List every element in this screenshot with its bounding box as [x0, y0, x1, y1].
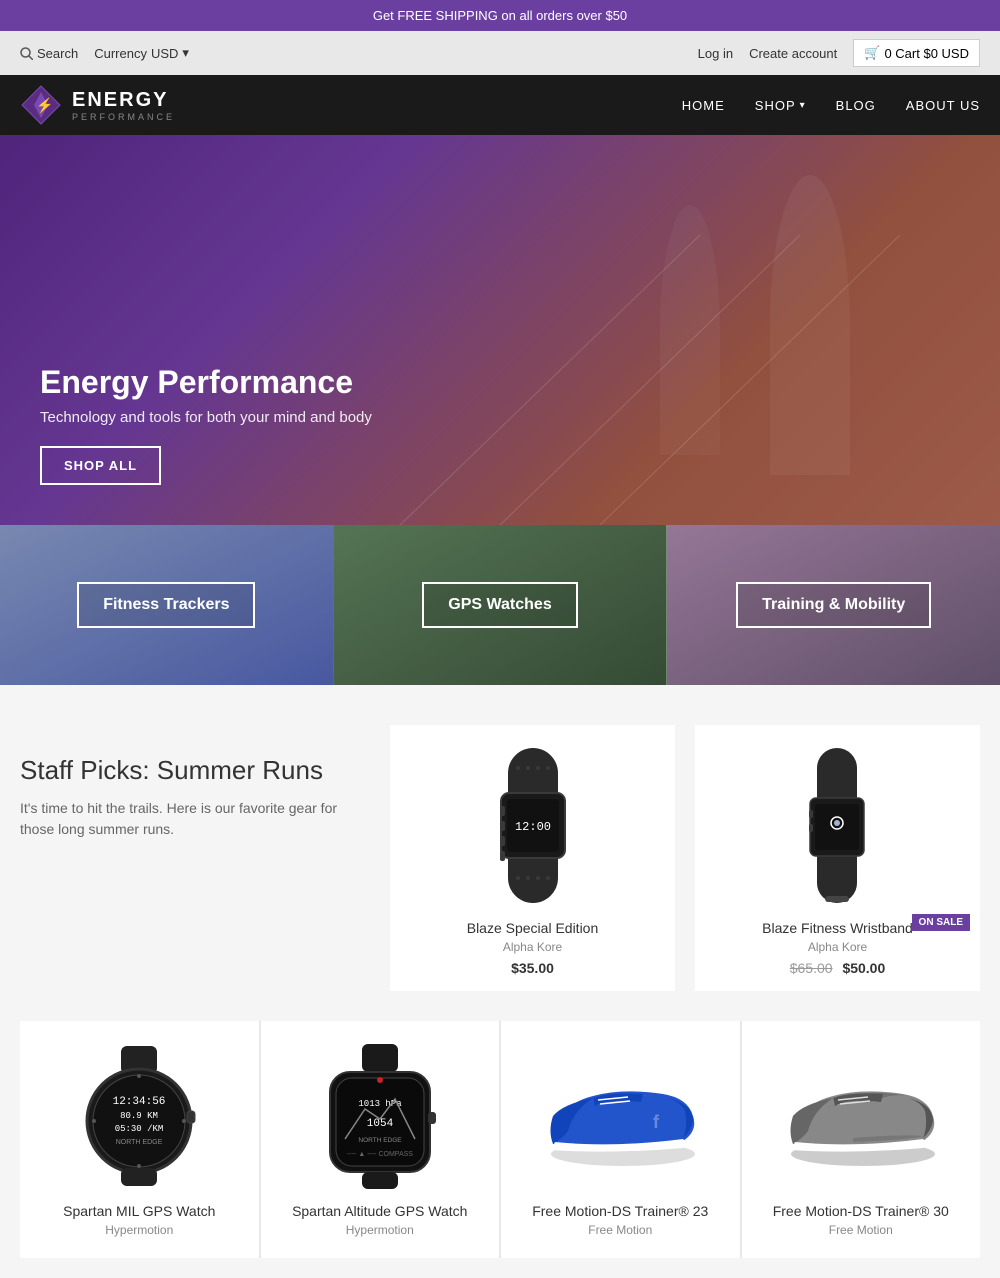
svg-text:f: f — [653, 1112, 660, 1132]
product-spartan-mil[interactable]: 12:34:56 80.9 KM 05:30 /KM NORTH EDGE Sp… — [20, 1021, 259, 1258]
fitness-trackers-label: Fitness Trackers — [0, 525, 333, 685]
logo[interactable]: ⚡ ENERGY PERFORMANCE — [20, 84, 175, 126]
category-gps-watches[interactable]: GPS Watches — [333, 525, 668, 685]
nav-shop[interactable]: SHOP ▾ — [755, 98, 806, 113]
create-account-link[interactable]: Create account — [749, 46, 837, 61]
products-grid: 12:34:56 80.9 KM 05:30 /KM NORTH EDGE Sp… — [20, 1021, 980, 1258]
logo-sub: PERFORMANCE — [72, 112, 175, 122]
product-brand-1: Alpha Kore — [405, 940, 660, 954]
product-name-1: Blaze Special Edition — [405, 920, 660, 936]
svg-text:1054: 1054 — [367, 1118, 394, 1130]
currency-selector[interactable]: Currency USD ▾ — [94, 45, 189, 61]
product-shoe-23[interactable]: f Free Motion-DS Trainer® 23 Free Motion — [501, 1021, 740, 1258]
product-grid-image-1: 12:34:56 80.9 KM 05:30 /KM NORTH EDGE — [35, 1041, 244, 1191]
nav-blog[interactable]: BLOG — [836, 98, 876, 113]
product-grid-name-4: Free Motion-DS Trainer® 30 — [757, 1203, 966, 1219]
svg-text:80.9 KM: 80.9 KM — [120, 1111, 158, 1121]
cart-icon: 🛒 — [864, 45, 880, 61]
hero-content: Energy Performance Technology and tools … — [40, 364, 372, 485]
chevron-down-icon: ▾ — [800, 100, 806, 111]
fitness-band-svg-1: 12:00 — [473, 748, 593, 903]
nav-home[interactable]: HOME — [682, 98, 725, 113]
svg-text:12:00: 12:00 — [514, 820, 550, 834]
top-banner: Get FREE SHIPPING on all orders over $50 — [0, 0, 1000, 31]
svg-text:NORTH EDGE: NORTH EDGE — [358, 1137, 402, 1144]
product-grid-name-1: Spartan MIL GPS Watch — [35, 1203, 244, 1219]
nav-about[interactable]: ABOUT US — [906, 98, 980, 113]
hero-title: Energy Performance — [40, 364, 372, 401]
product-grid-brand-4: Free Motion — [757, 1223, 966, 1237]
logo-icon: ⚡ — [20, 84, 62, 126]
svg-text:12:34:56: 12:34:56 — [113, 1096, 166, 1108]
nav-links: HOME SHOP ▾ BLOG ABOUT US — [682, 98, 980, 113]
fitness-band-svg-2 — [785, 748, 890, 903]
cart-button[interactable]: 🛒 0 Cart $0 USD — [853, 39, 980, 67]
shoe-svg-2 — [773, 1066, 948, 1166]
product-grid-image-3: f — [516, 1041, 725, 1191]
product-grid-brand-3: Free Motion — [516, 1223, 725, 1237]
product-grid-name-3: Free Motion-DS Trainer® 23 — [516, 1203, 725, 1219]
gps-watch-svg-2: 1013 hPa ---- ▲ ---- COMPASS 1054 NORTH … — [310, 1044, 450, 1189]
staff-picks-text: Staff Picks: Summer Runs It's time to hi… — [20, 725, 370, 840]
product-grid-name-2: Spartan Altitude GPS Watch — [276, 1203, 485, 1219]
category-panels: Fitness Trackers GPS Watches Training & … — [0, 525, 1000, 685]
hero-section: Energy Performance Technology and tools … — [0, 135, 1000, 525]
category-training-mobility[interactable]: Training & Mobility — [667, 525, 1000, 685]
product-grid-image-2: 1013 hPa ---- ▲ ---- COMPASS 1054 NORTH … — [276, 1041, 485, 1191]
product-brand-2: Alpha Kore — [710, 940, 965, 954]
product-grid-image-4 — [757, 1041, 966, 1191]
product-image-1: 12:00 — [405, 745, 660, 905]
utility-bar: Search Currency USD ▾ Log in Create acco… — [0, 31, 1000, 75]
main-navigation: ⚡ ENERGY PERFORMANCE HOME SHOP ▾ BLOG AB… — [0, 75, 1000, 135]
search-label: Search — [37, 46, 78, 61]
currency-value: USD — [151, 46, 178, 61]
svg-text:NORTH EDGE: NORTH EDGE — [116, 1139, 163, 1146]
hero-subtitle: Technology and tools for both your mind … — [40, 409, 372, 426]
staff-picks-section: Staff Picks: Summer Runs It's time to hi… — [0, 685, 1000, 1278]
product-image-2 — [710, 745, 965, 905]
cart-label: 0 Cart $0 USD — [884, 46, 969, 61]
product-grid-brand-1: Hypermotion — [35, 1223, 244, 1237]
product-spartan-altitude[interactable]: 1013 hPa ---- ▲ ---- COMPASS 1054 NORTH … — [261, 1021, 500, 1258]
staff-picks-description: It's time to hit the trails. Here is our… — [20, 798, 370, 840]
product-blaze-fitness[interactable]: ON SALE — [695, 725, 980, 991]
shoe-svg-1: f — [533, 1066, 708, 1166]
search-button[interactable]: Search — [20, 46, 78, 61]
shop-all-button[interactable]: SHOP ALL — [40, 446, 161, 485]
svg-text:05:30 /KM: 05:30 /KM — [115, 1124, 164, 1134]
currency-label: Currency — [94, 46, 147, 61]
product-price-1: $35.00 — [405, 960, 660, 976]
product-price-2: $65.00 $50.00 — [710, 960, 965, 976]
banner-text: Get FREE SHIPPING on all orders over $50 — [373, 8, 627, 23]
product-blaze-special[interactable]: 12:00 — [390, 725, 675, 991]
category-fitness-trackers[interactable]: Fitness Trackers — [0, 525, 333, 685]
login-link[interactable]: Log in — [698, 46, 733, 61]
svg-text:---- ▲ ---- COMPASS: ---- ▲ ---- COMPASS — [347, 1151, 413, 1158]
product-shoe-30[interactable]: Free Motion-DS Trainer® 30 Free Motion — [742, 1021, 981, 1258]
search-icon — [20, 47, 33, 60]
gps-watch-svg-1: 12:34:56 80.9 KM 05:30 /KM NORTH EDGE — [69, 1046, 209, 1186]
hero-bg-decoration — [300, 135, 1000, 525]
staff-picks-products: 12:00 — [390, 725, 980, 991]
sale-badge: ON SALE — [912, 914, 970, 931]
svg-text:⚡: ⚡ — [36, 97, 53, 114]
chevron-down-icon: ▾ — [182, 45, 189, 61]
training-mobility-label: Training & Mobility — [667, 525, 1000, 685]
product-grid-brand-2: Hypermotion — [276, 1223, 485, 1237]
gps-watches-label: GPS Watches — [334, 525, 667, 685]
staff-picks-title: Staff Picks: Summer Runs — [20, 755, 370, 786]
logo-text: ENERGY — [72, 89, 175, 112]
